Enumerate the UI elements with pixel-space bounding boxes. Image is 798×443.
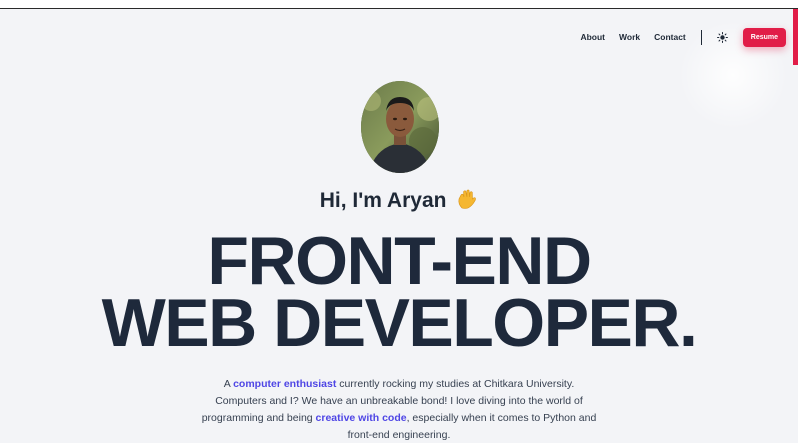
nav-divider: [700, 29, 702, 45]
bio-text-1: A: [223, 378, 234, 390]
nav-link-work[interactable]: Work: [619, 32, 640, 42]
waving-hand-icon: [456, 188, 478, 216]
resume-button[interactable]: Resume: [742, 27, 786, 47]
scroll-indicator[interactable]: [793, 9, 798, 65]
hero-headline: FRONT-END WEB DEVELOPER.: [0, 223, 798, 361]
bio-highlight-creative-with-code: creative with code: [315, 412, 407, 424]
headline-line-1: FRONT-END: [207, 223, 592, 299]
profile-photo: [361, 81, 439, 173]
top-navigation: About Work Contact Resume: [566, 26, 786, 48]
nav-link-contact[interactable]: Contact: [654, 32, 686, 42]
sun-icon[interactable]: [717, 31, 729, 43]
bio-paragraph: A computer enthusiast currently rocking …: [200, 376, 598, 443]
browser-top-edge: [0, 0, 798, 9]
headline-line-2: WEB DEVELOPER.: [101, 285, 698, 361]
greeting-heading: Hi, I'm Aryan: [0, 188, 798, 216]
bio-highlight-computer-enthusiast: computer enthusiast: [233, 378, 337, 390]
greeting-text: Hi, I'm Aryan: [319, 189, 447, 212]
nav-link-about[interactable]: About: [580, 32, 605, 42]
